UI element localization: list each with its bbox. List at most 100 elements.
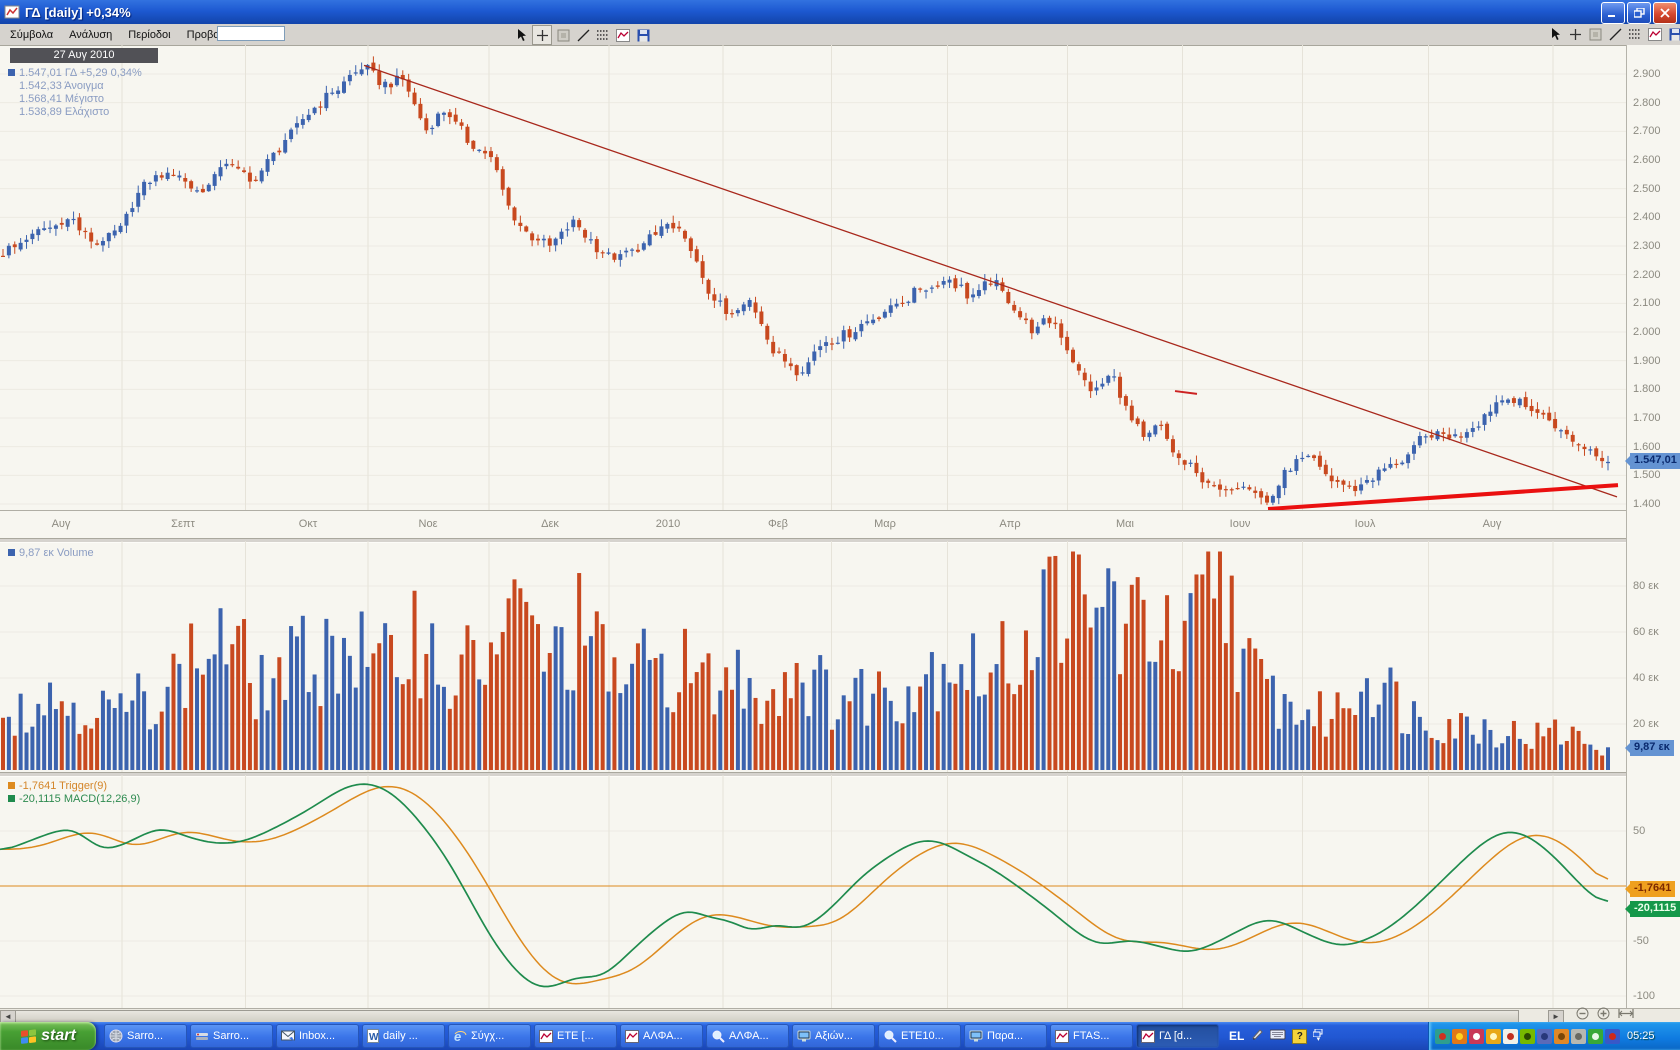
document-icon[interactable] (1503, 1029, 1518, 1044)
antivirus-icon[interactable] (1588, 1029, 1603, 1044)
mail-icon (281, 1030, 295, 1042)
menu-bar: ΣύμβολαΑνάλυσηΠερίοδοιΠροβολή (0, 24, 1680, 46)
task-button-9[interactable]: Αξιών... (792, 1024, 875, 1048)
close-button[interactable] (1653, 2, 1677, 24)
task-button-8[interactable]: ΑΛΦΑ... (706, 1024, 789, 1048)
task-button-label: Παρα... (987, 1030, 1023, 1042)
monitor-icon (969, 1030, 983, 1043)
task-button-label: ΕΤΕ [... (557, 1030, 594, 1042)
x-axis-month-label: Αυγ (52, 518, 71, 530)
messenger-icon[interactable] (1469, 1029, 1484, 1044)
language-bar-options-icon[interactable]: ▾ (1313, 1029, 1323, 1043)
task-button-7[interactable]: ΑΛΦΑ... (620, 1024, 703, 1048)
task-button-3[interactable]: Inbox... (276, 1024, 359, 1048)
help-icon[interactable]: ? (1292, 1029, 1307, 1044)
x-axis-month-label: Ιουν (1230, 518, 1251, 530)
task-button-5[interactable]: eΣύγχ... (448, 1024, 531, 1048)
price-tick: 2.800 (1633, 97, 1661, 109)
binoculars-icon[interactable] (1537, 1029, 1552, 1044)
task-button-1[interactable]: Sarro... (104, 1024, 187, 1048)
trendline-icon[interactable] (1606, 25, 1624, 43)
chart-icon[interactable] (1646, 25, 1664, 43)
window-titlebar[interactable]: ΓΔ [daily] +0,34% (0, 0, 1680, 24)
security-shield-icon[interactable] (1486, 1029, 1501, 1044)
x-axis: ΑυγΣεπτΟκτΝοεΔεκ2010ΦεβΜαρΑπρΜαιΙουνΙουλ… (0, 510, 1626, 539)
trendline-icon[interactable] (574, 26, 592, 44)
task-button-label: Sarro... (213, 1030, 249, 1042)
menu-analysis[interactable]: Ανάλυση (61, 27, 120, 43)
volume-chart[interactable] (0, 541, 1626, 772)
value-axis-column: 1.547,01 9,87 εκ -1,7641 -20,1115 2.9002… (1626, 45, 1680, 1008)
macd-line (0, 784, 1608, 986)
bars-icon (195, 1029, 209, 1043)
word-icon: W (367, 1029, 379, 1043)
price-chart[interactable] (0, 45, 1626, 510)
crosshair-icon[interactable] (1566, 25, 1584, 43)
windows-flag-icon (20, 1028, 37, 1045)
task-button-label: ΓΔ [d... (1159, 1030, 1192, 1042)
task-button-label: Inbox... (299, 1030, 335, 1042)
ohlc-legend: 1.547,01 ΓΔ +5,29 0,34%1.542,33 Άνοιγμα1… (8, 66, 142, 118)
macd-chart[interactable] (0, 775, 1626, 1008)
price-tick: 1.600 (1633, 441, 1661, 453)
grid-icon[interactable] (1626, 25, 1644, 43)
start-button[interactable]: start (0, 1022, 96, 1050)
volume-legend-text: 9,87 εκ Volume (19, 547, 94, 559)
volume-bullet-icon (8, 549, 15, 556)
trendline-down[interactable] (364, 65, 1617, 496)
macd-bullet-icon (8, 795, 15, 802)
x-axis-month-label: Σεπτ (171, 518, 195, 530)
symbol-input[interactable] (217, 26, 285, 41)
pointer-icon[interactable] (1546, 25, 1564, 43)
start-label: start (41, 1027, 76, 1045)
task-button-10[interactable]: ΕΤΕ10... (878, 1024, 961, 1048)
task-button-label: ΕΤΕ10... (901, 1030, 944, 1042)
pen-icon[interactable] (1250, 1027, 1264, 1046)
price-tick: 1.500 (1633, 469, 1661, 481)
monitor-icon (797, 1030, 811, 1043)
volume-legend: 9,87 εκ Volume (8, 546, 94, 559)
builder-alert-icon[interactable] (1554, 1029, 1569, 1044)
trigger-value-label: -1,7641 (1630, 881, 1675, 897)
task-button-label: ΑΛΦΑ... (643, 1030, 683, 1042)
crosshair-icon[interactable] (532, 25, 552, 45)
task-button-11[interactable]: Παρα... (964, 1024, 1047, 1048)
support-up[interactable] (1268, 485, 1618, 509)
last-price-label: 1.547,01 (1630, 453, 1680, 469)
menu-symbols[interactable]: Σύμβολα (2, 27, 61, 43)
task-button-12[interactable]: FTAS... (1050, 1024, 1133, 1048)
region-icon[interactable] (554, 26, 572, 44)
grid-icon[interactable] (594, 26, 612, 44)
java-update-icon[interactable] (1452, 1029, 1467, 1044)
pointer-icon[interactable] (512, 26, 530, 44)
menu-periods[interactable]: Περίοδοι (120, 27, 178, 43)
task-button-4[interactable]: Wdaily ... (362, 1024, 445, 1048)
candlesticks (1, 56, 1610, 505)
minimize-button[interactable] (1601, 2, 1625, 24)
magnifier-icon (711, 1029, 725, 1043)
macd-legend-text: -20,1115 MACD(12,26,9) (19, 793, 140, 805)
save-icon[interactable] (634, 26, 652, 44)
globe-icon (109, 1029, 123, 1043)
restore-button[interactable] (1627, 2, 1651, 24)
chart-icon[interactable] (614, 26, 632, 44)
chart-icon (1055, 1030, 1069, 1043)
cursor-date-box: 27 Αυγ 2010 (10, 48, 158, 63)
language-indicator[interactable]: EL (1229, 1029, 1244, 1043)
task-button-13[interactable]: ΓΔ [d... (1136, 1024, 1219, 1048)
network-flag-icon[interactable] (1605, 1029, 1620, 1044)
nvidia-icon[interactable] (1520, 1029, 1535, 1044)
network-alert-icon[interactable] (1435, 1029, 1450, 1044)
x-axis-month-label: Φεβ (768, 518, 788, 530)
chart-icon (1141, 1030, 1155, 1043)
save-icon[interactable] (1666, 25, 1680, 43)
x-axis-month-label: Απρ (999, 518, 1020, 530)
x-axis-month-label: Μαρ (874, 518, 896, 530)
audio-icon[interactable] (1571, 1029, 1586, 1044)
task-button-label: Αξιών... (815, 1030, 853, 1042)
task-button-6[interactable]: ΕΤΕ [... (534, 1024, 617, 1048)
small-dash[interactable] (1175, 391, 1197, 394)
region-icon[interactable] (1586, 25, 1604, 43)
keyboard-icon[interactable] (1270, 1027, 1286, 1045)
task-button-2[interactable]: Sarro... (190, 1024, 273, 1048)
